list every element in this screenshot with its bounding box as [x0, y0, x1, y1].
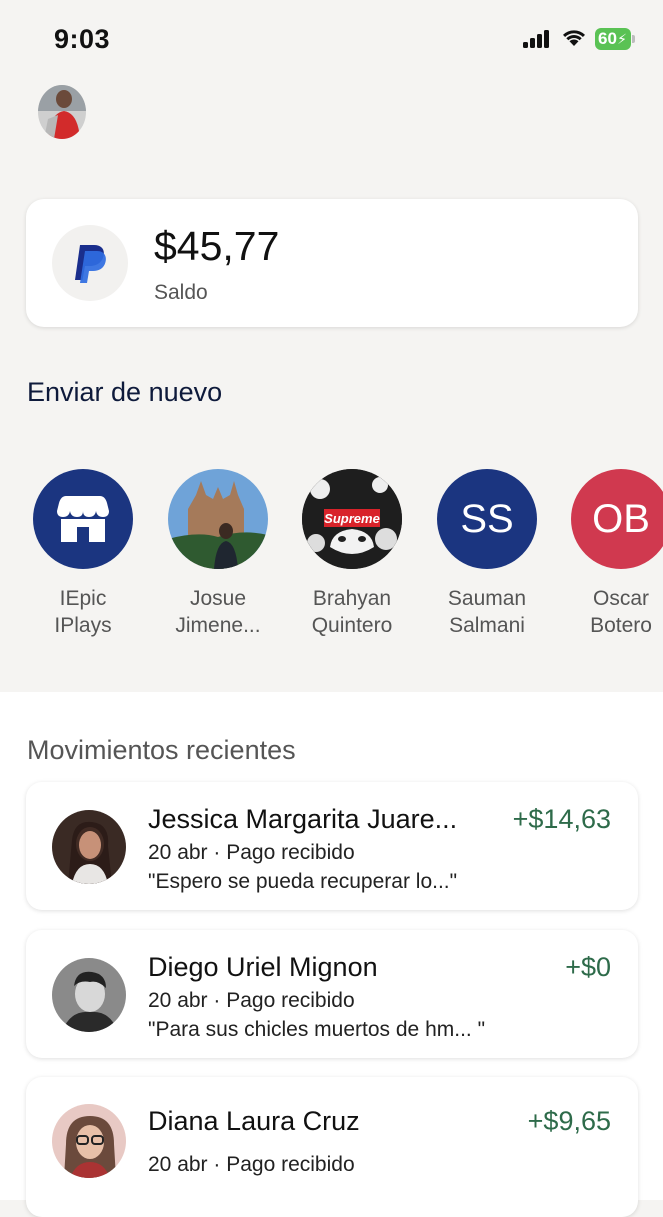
- transaction-date-type: 20 abr · Pago recibido: [148, 841, 355, 864]
- transaction-date-type: 20 abr · Pago recibido: [148, 989, 355, 1012]
- contact-name-line2: Salmani: [449, 614, 525, 637]
- balance-label: Saldo: [154, 281, 208, 304]
- supreme-logo-text: Supreme: [324, 511, 380, 526]
- store-icon: [57, 496, 109, 542]
- contact-name-line1: Oscar: [592, 587, 649, 610]
- send-again-title: Enviar de nuevo: [27, 377, 223, 407]
- contact-photo: [52, 810, 126, 884]
- contact-oscar-botero[interactable]: OB Oscar Botero: [556, 469, 663, 639]
- contact-name-line2: Jimene...: [175, 614, 261, 637]
- transaction-note: "Para sus chicles muertos de hm... ": [148, 1018, 486, 1041]
- transaction-avatar: [52, 958, 126, 1032]
- transaction-row[interactable]: Diana Laura Cruz +$9,65 20 abr · Pago re…: [26, 1077, 638, 1217]
- contact-photo: [168, 469, 268, 569]
- transaction-row[interactable]: Jessica Margarita Juare... +$14,63 20 ab…: [26, 782, 638, 910]
- contact-iepic-iplays[interactable]: IEpic IPlays: [18, 469, 148, 639]
- contact-name-line1: Brahyan: [312, 587, 392, 610]
- transaction-name: Jessica Margarita Juare...: [148, 804, 458, 834]
- contact-photo: [52, 958, 126, 1032]
- transaction-avatar: [52, 810, 126, 884]
- paypal-logo-icon: [75, 245, 106, 283]
- contact-avatar: [168, 469, 268, 569]
- charging-bolt-icon: ⚡: [617, 31, 627, 47]
- contact-name-line1: Sauman: [447, 587, 527, 610]
- transaction-amount: +$9,65: [527, 1106, 611, 1136]
- contact-name-line1: Josue: [189, 587, 247, 610]
- transaction-name: Diego Uriel Mignon: [148, 952, 378, 982]
- transaction-note: "Espero se pueda recuperar lo...": [148, 870, 458, 893]
- contact-name-line2: Botero: [590, 614, 652, 637]
- contact-photo: [52, 1104, 126, 1178]
- contact-avatar: OB: [571, 469, 663, 569]
- status-time: 9:03: [54, 24, 111, 54]
- profile-avatar[interactable]: [38, 85, 86, 139]
- contact-brahyan-quintero[interactable]: Supreme Brahyan Quintero: [287, 469, 417, 639]
- contact-sauman-salmani[interactable]: SS Sauman Salmani: [422, 469, 552, 639]
- contact-avatar: [33, 469, 133, 569]
- contact-name-line1: IEpic: [59, 587, 107, 610]
- transaction-date-type: 20 abr · Pago recibido: [148, 1153, 355, 1176]
- contact-photo: Supreme: [302, 469, 402, 569]
- status-bar: 9:03 60 ⚡: [0, 0, 663, 80]
- contact-avatar: Supreme: [302, 469, 402, 569]
- battery-icon: 60 ⚡: [595, 28, 635, 50]
- transaction-amount: +$14,63: [512, 804, 611, 834]
- battery-level: 60: [598, 29, 617, 48]
- balance-card[interactable]: $45,77 Saldo: [26, 199, 638, 327]
- transaction-row[interactable]: Diego Uriel Mignon +$0 20 abr · Pago rec…: [26, 930, 638, 1058]
- contact-initials: SS: [460, 496, 514, 541]
- balance-amount: $45,77: [154, 223, 280, 269]
- contact-avatar: SS: [437, 469, 537, 569]
- wifi-icon: [563, 30, 585, 46]
- contact-initials: OB: [592, 496, 650, 541]
- transaction-amount: +$0: [565, 952, 611, 982]
- contact-name-line2: Quintero: [311, 614, 393, 637]
- contact-josue-jimenez[interactable]: Josue Jimene...: [153, 469, 283, 639]
- contact-name-line2: IPlays: [54, 614, 112, 637]
- cellular-signal-icon: [523, 30, 551, 48]
- paypal-logo-container: [52, 225, 128, 301]
- profile-photo: [38, 85, 86, 139]
- transaction-avatar: [52, 1104, 126, 1178]
- transaction-name: Diana Laura Cruz: [148, 1106, 360, 1136]
- recent-activity-title: Movimientos recientes: [27, 735, 296, 765]
